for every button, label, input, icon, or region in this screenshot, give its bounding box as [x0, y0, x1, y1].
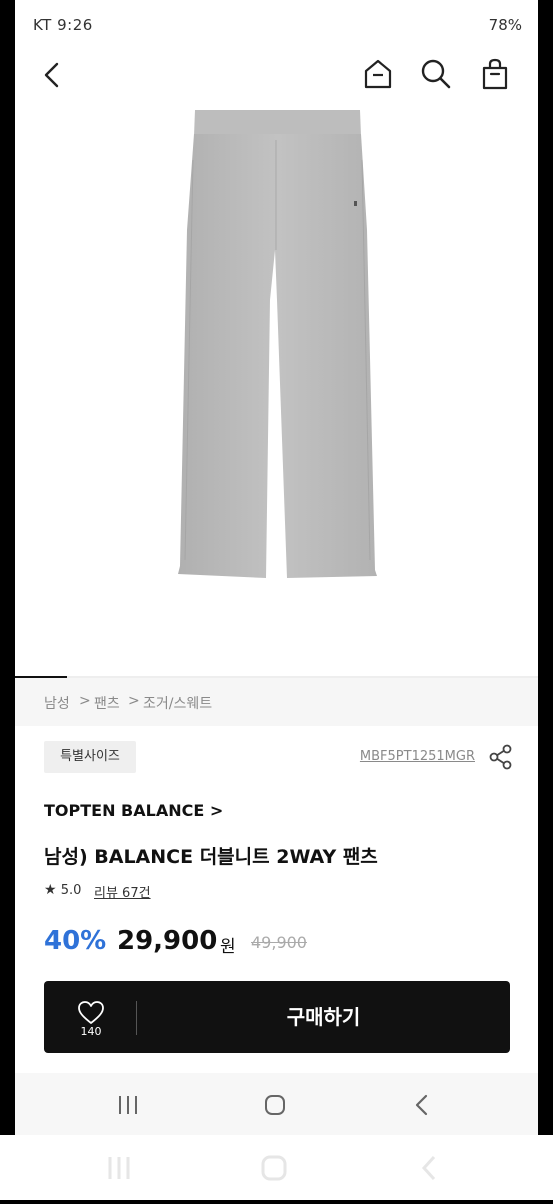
rating-value: 5.0: [60, 883, 82, 898]
review-link[interactable]: 리뷰 67건: [94, 882, 151, 901]
breadcrumb: 남성 > 팬츠 > 조거/스웨트: [15, 678, 538, 726]
battery-level: 78%: [488, 16, 522, 34]
pants-illustration: [178, 110, 377, 578]
product-title: 남성) BALANCE 더블니트 2WAY 팬츠: [44, 846, 378, 868]
back-nav-icon[interactable]: [412, 1093, 432, 1117]
rating-row: ★ 5.0 리뷰 67건: [44, 882, 151, 901]
purchase-bar: 140 구매하기: [44, 981, 510, 1053]
star-icon: ★: [44, 882, 57, 898]
search-icon[interactable]: [420, 58, 452, 90]
buy-button[interactable]: 구매하기: [137, 981, 510, 1053]
brand-link[interactable]: TOPTEN BALANCE >: [44, 801, 223, 820]
home-button-icon[interactable]: [263, 1093, 287, 1117]
product-code[interactable]: MBF5PT1251MGR: [360, 749, 475, 764]
home-icon[interactable]: [362, 58, 394, 90]
reflection-nav-icons: [108, 1155, 436, 1181]
breadcrumb-item-men[interactable]: 남성: [44, 693, 70, 713]
shopping-bag-icon[interactable]: [479, 57, 511, 91]
back-arrow-icon[interactable]: [37, 60, 67, 90]
like-count: 140: [80, 1025, 102, 1038]
original-price: 49,900: [251, 933, 307, 952]
app-screen: KT 9:26 78% 남성 > 팬츠 > 조거/스웨트 특별사이즈 MBF5P…: [15, 0, 538, 1135]
breadcrumb-separator: >: [79, 693, 91, 709]
top-bar: [15, 50, 538, 100]
product-image[interactable]: [15, 100, 538, 676]
breadcrumb-item-jogger[interactable]: 조거/스웨트: [143, 693, 212, 713]
special-size-badge: 특별사이즈: [44, 741, 136, 773]
status-bar: KT 9:26 78%: [15, 0, 538, 50]
system-nav-bar: [15, 1073, 538, 1135]
currency-unit: 원: [220, 937, 236, 957]
sale-price: 29,900: [117, 926, 218, 956]
carrier-time: KT 9:26: [33, 16, 93, 34]
share-icon[interactable]: [489, 744, 513, 770]
breadcrumb-item-pants[interactable]: 팬츠: [94, 693, 120, 713]
breadcrumb-separator: >: [128, 693, 140, 709]
recent-apps-icon[interactable]: [116, 1094, 140, 1116]
discount-rate: 40%: [44, 926, 107, 956]
screen-reflection: [0, 1135, 553, 1200]
